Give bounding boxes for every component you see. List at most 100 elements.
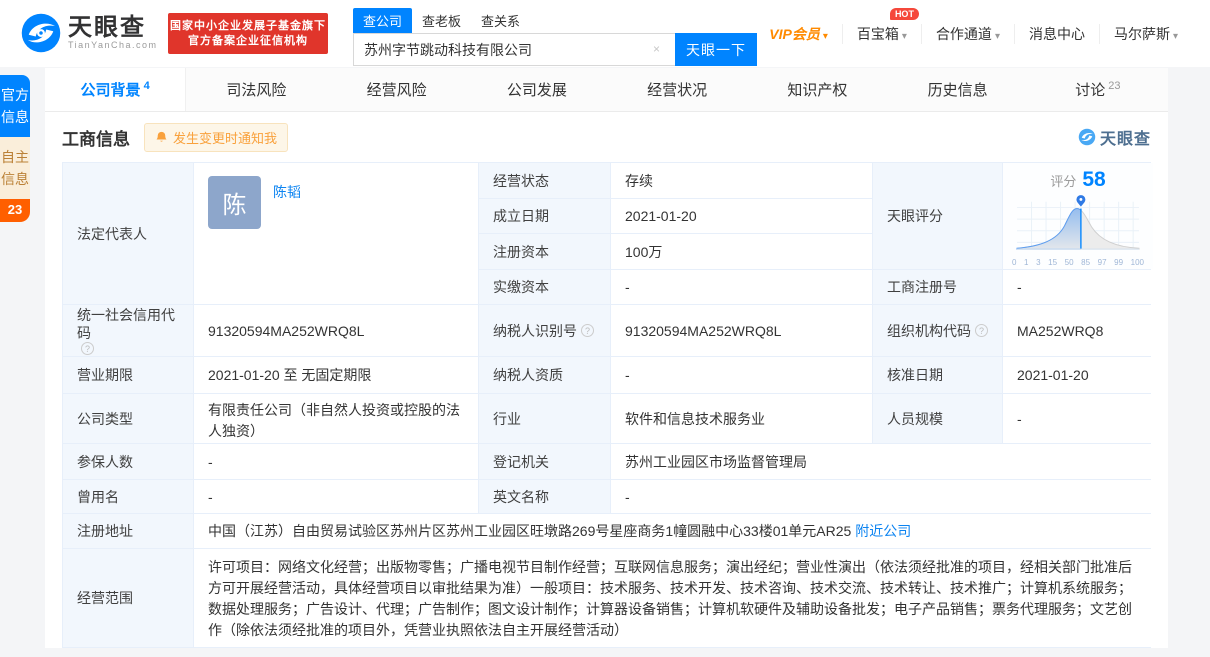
hot-badge: HOT xyxy=(889,8,919,20)
watermark-text: 天眼查 xyxy=(1099,131,1151,148)
address-value: 中国（江苏）自由贸易试验区苏州片区苏州工业园区旺墩路269号星座商务1幢圆融中心… xyxy=(194,514,1153,548)
reg-no-label: 工商注册号 xyxy=(873,270,1002,304)
government-badge: 国家中小企业发展子基金旗下 官方备案企业征信机构 xyxy=(168,13,328,54)
logo-title: 天眼查 xyxy=(68,14,146,41)
bell-icon xyxy=(156,131,167,142)
staff-size-label: 人员规模 xyxy=(873,394,1002,443)
search-block: 查公司 查老板 查关系 × 天眼一下 xyxy=(353,8,773,66)
score-label: 天眼评分 xyxy=(873,163,1002,269)
reg-no-value: - xyxy=(1003,270,1153,304)
term-value: 2021-01-20 至 无固定期限 xyxy=(194,357,478,393)
company-type-label: 公司类型 xyxy=(63,394,193,443)
scope-label: 经营范围 xyxy=(63,549,193,647)
credit-code-label: 统一社会信用代码? xyxy=(63,305,193,356)
chevron-down-icon: ▾ xyxy=(1172,31,1178,42)
est-date-value: 2021-01-20 xyxy=(611,199,872,233)
company-tabbar: 公司背景 4 司法风险 经营风险 公司发展 经营状况 知识产权 历史信息 讨论 23 xyxy=(45,68,1168,112)
org-code-value: MA252WRQ8 xyxy=(1003,305,1153,356)
logo-domain: TianYanCha.com xyxy=(68,40,158,50)
scope-value: 许可项目：网络文化经营；出版物零售；广播电视节目制作经营；互联网信息服务；演出经… xyxy=(194,549,1153,647)
legal-rep-avatar[interactable]: 陈 xyxy=(208,176,261,229)
score-word: 评分 xyxy=(1050,174,1077,189)
taxpayer-id-value: 91320594MA252WRQ8L xyxy=(611,305,872,356)
chevron-down-icon: ▾ xyxy=(901,31,907,42)
badge-line1: 国家中小企业发展子基金旗下 xyxy=(170,19,326,32)
clear-search-icon[interactable]: × xyxy=(653,42,660,56)
nav-vip-member[interactable]: VIP会员 ▾ xyxy=(755,24,842,44)
industry-label: 行业 xyxy=(479,394,610,443)
tab-discussion[interactable]: 讨论 23 xyxy=(1028,68,1168,111)
tab-company-development[interactable]: 公司发展 xyxy=(467,68,607,111)
logo-text: 天眼查 TianYanCha.com xyxy=(68,14,158,51)
nav-message-center[interactable]: 消息中心 xyxy=(1013,24,1099,44)
tab-operating-risk[interactable]: 经营风险 xyxy=(327,68,467,111)
former-name-label: 曾用名 xyxy=(63,480,193,513)
approval-date-label: 核准日期 xyxy=(873,357,1002,393)
reg-capital-value: 100万 xyxy=(611,234,872,269)
english-name-value: - xyxy=(611,480,1153,513)
tab-operating-status[interactable]: 经营状况 xyxy=(607,68,747,111)
tab-intellectual-property[interactable]: 知识产权 xyxy=(747,68,887,111)
side-tab-self-info[interactable]: 自主信息 xyxy=(0,137,30,199)
address-label: 注册地址 xyxy=(63,514,193,548)
reg-capital-label: 注册资本 xyxy=(479,234,610,269)
tianyancha-watermark-icon xyxy=(1078,128,1096,146)
paid-capital-value: - xyxy=(611,270,872,304)
est-date-label: 成立日期 xyxy=(479,199,610,233)
taxpayer-quality-label: 纳税人资质 xyxy=(479,357,610,393)
nearby-companies-link[interactable]: 附近公司 xyxy=(855,521,911,541)
section-header: 工商信息 发生变更时通知我 天眼查 xyxy=(45,112,1168,162)
badge-line2: 官方备案企业征信机构 xyxy=(188,34,308,47)
nav-cooperation[interactable]: 合作通道 ▾ xyxy=(920,24,1014,44)
legal-rep-link[interactable]: 陈韬 xyxy=(273,182,301,202)
former-name-value: - xyxy=(194,480,478,513)
legal-rep-cell: 陈 陈韬 xyxy=(194,163,478,304)
legal-rep-label: 法定代表人 xyxy=(63,163,193,304)
score-axis-ticks: 0 1 3 15 50 85 97 99 100 xyxy=(1012,258,1144,267)
business-info-table: 法定代表人 陈 陈韬 经营状态 存续 成立日期 2021-01-20 注册资本 … xyxy=(62,162,1153,648)
staff-size-value: - xyxy=(1003,394,1153,443)
search-button[interactable]: 天眼一下 xyxy=(675,33,757,66)
chevron-down-icon: ▾ xyxy=(822,31,828,42)
nav-user-menu[interactable]: 马尔萨斯 ▾ xyxy=(1098,24,1192,44)
tab-company-background[interactable]: 公司背景 4 xyxy=(45,68,187,111)
company-type-value: 有限责任公司（非自然人投资或控股的法人独资） xyxy=(194,394,478,443)
approval-date-value: 2021-01-20 xyxy=(1003,357,1153,393)
tianyancha-watermark: 天眼查 xyxy=(1078,125,1151,149)
search-tab-boss[interactable]: 查老板 xyxy=(412,8,471,33)
score-distribution-chart: 0 1 3 15 50 85 97 99 100 xyxy=(1011,194,1145,267)
taxpayer-quality-value: - xyxy=(611,357,872,393)
self-info-count-badge[interactable]: 23 xyxy=(0,199,30,222)
org-code-label: 组织机构代码? xyxy=(873,305,1002,356)
side-tab-official-info[interactable]: 官方信息 xyxy=(0,75,30,137)
help-icon[interactable]: ? xyxy=(975,324,988,337)
english-name-label: 英文名称 xyxy=(479,480,610,513)
help-icon[interactable]: ? xyxy=(81,342,94,355)
top-nav: VIP会员 ▾ HOT 百宝箱 ▾ 合作通道 ▾ 消息中心 马尔萨斯 ▾ xyxy=(755,8,1192,44)
insured-label: 参保人数 xyxy=(63,444,193,479)
side-tabs: 官方信息 自主信息 23 xyxy=(0,75,30,222)
search-tabs: 查公司 查老板 查关系 xyxy=(353,8,773,33)
credit-code-value: 91320594MA252WRQ8L xyxy=(194,305,478,356)
nav-toolbox[interactable]: HOT 百宝箱 ▾ xyxy=(841,8,921,44)
status-label: 经营状态 xyxy=(479,163,610,198)
industry-value: 软件和信息技术服务业 xyxy=(611,394,872,443)
notify-on-change-button[interactable]: 发生变更时通知我 xyxy=(144,122,289,152)
tab-history-info[interactable]: 历史信息 xyxy=(888,68,1028,111)
search-input[interactable] xyxy=(353,33,675,66)
tab-judicial-risk[interactable]: 司法风险 xyxy=(186,68,326,111)
help-icon[interactable]: ? xyxy=(581,324,594,337)
search-tab-company[interactable]: 查公司 xyxy=(353,8,413,33)
paid-capital-label: 实缴资本 xyxy=(479,270,610,304)
score-chart-cell[interactable]: 评分 58 0 1 3 15 50 85 97 99 100 xyxy=(1003,163,1153,269)
insured-value: - xyxy=(194,444,478,479)
section-title: 工商信息 xyxy=(62,129,130,149)
reg-authority-label: 登记机关 xyxy=(479,444,610,479)
taxpayer-id-label: 纳税人识别号? xyxy=(479,305,610,356)
status-value: 存续 xyxy=(611,163,872,198)
score-value: 58 xyxy=(1082,168,1106,191)
tianyancha-logo-icon xyxy=(21,13,61,53)
tianyancha-logo[interactable]: 天眼查 TianYanCha.com xyxy=(20,12,158,54)
search-tab-relation[interactable]: 查关系 xyxy=(471,8,530,33)
top-header: 天眼查 TianYanCha.com 国家中小企业发展子基金旗下 官方备案企业征… xyxy=(0,0,1210,67)
